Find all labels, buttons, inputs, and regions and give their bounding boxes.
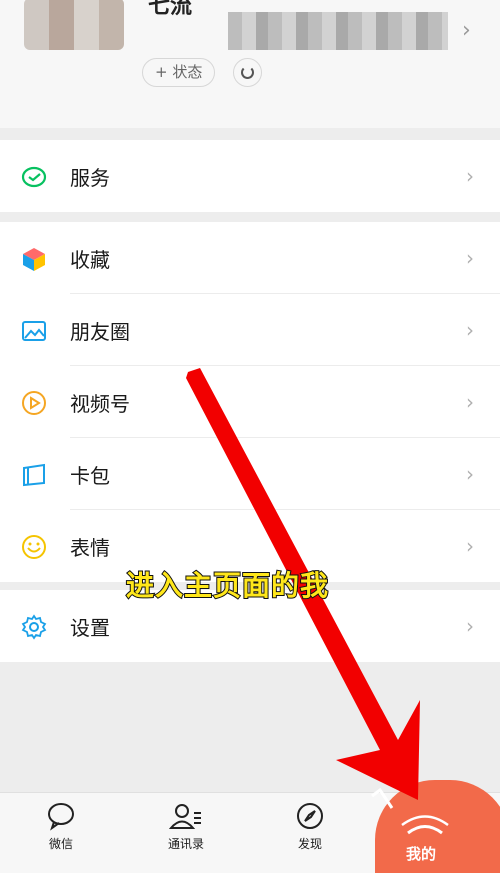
tab-label: 发现 [297,837,322,851]
tab-label: 通讯录 [167,837,204,851]
menu-label: 收藏 [70,247,110,272]
moments-image-icon [22,321,46,341]
channels-play-icon [22,391,46,415]
profile-name: 七流 [148,0,193,19]
tab-chats[interactable]: 微信 [21,801,101,852]
services-icon [21,166,47,188]
chevron-right-icon: › [466,614,474,638]
tab-discover[interactable]: 发现 [270,801,350,852]
chevron-right-icon: › [466,534,474,558]
caption-overlay: 进入主页面的我 [125,568,330,603]
tab-label: 微信 [48,837,73,851]
chevron-right-icon: › [466,390,474,414]
add-status-button[interactable]: + 状态 [142,58,216,87]
menu-label: 表情 [70,535,110,560]
status-ring-icon[interactable] [233,58,262,87]
chevron-right-icon: › [466,164,474,188]
menu-group: 收藏 › 朋友圈 › 视频号 › 卡包 › 表情 › [0,222,500,582]
chevron-right-icon: › [466,246,474,270]
chat-bubble-icon [48,803,74,831]
services-row[interactable]: 服务 › [0,140,500,212]
services-label: 服务 [70,165,110,190]
settings-label: 设置 [70,615,110,640]
menu-row-cards[interactable]: 卡包 › [0,438,500,510]
menu-label: 卡包 [70,463,110,488]
menu-label: 朋友圈 [70,319,130,344]
menu-row-channels[interactable]: 视频号 › [0,366,500,438]
services-group: 服务 › [0,140,500,212]
tab-contacts[interactable]: 通讯录 [146,801,226,852]
favorites-cube-icon [23,248,45,271]
tab-me-label[interactable]: 我的 [406,843,436,864]
chevron-right-icon: › [466,318,474,342]
gear-icon [21,614,47,640]
wechat-id-blurred [228,12,448,50]
card-wallet-icon [23,463,45,487]
avatar[interactable] [24,0,124,50]
menu-row-favorites[interactable]: 收藏 › [0,222,500,294]
smiley-icon [22,535,46,559]
contacts-person-icon [169,804,201,829]
chevron-right-icon: › [466,462,474,486]
profile-header[interactable]: 七流 › + 状态 [0,0,500,128]
menu-label: 视频号 [70,391,130,416]
compass-icon [297,803,323,829]
chevron-right-icon: › [462,18,471,43]
menu-row-moments[interactable]: 朋友圈 › [0,294,500,366]
